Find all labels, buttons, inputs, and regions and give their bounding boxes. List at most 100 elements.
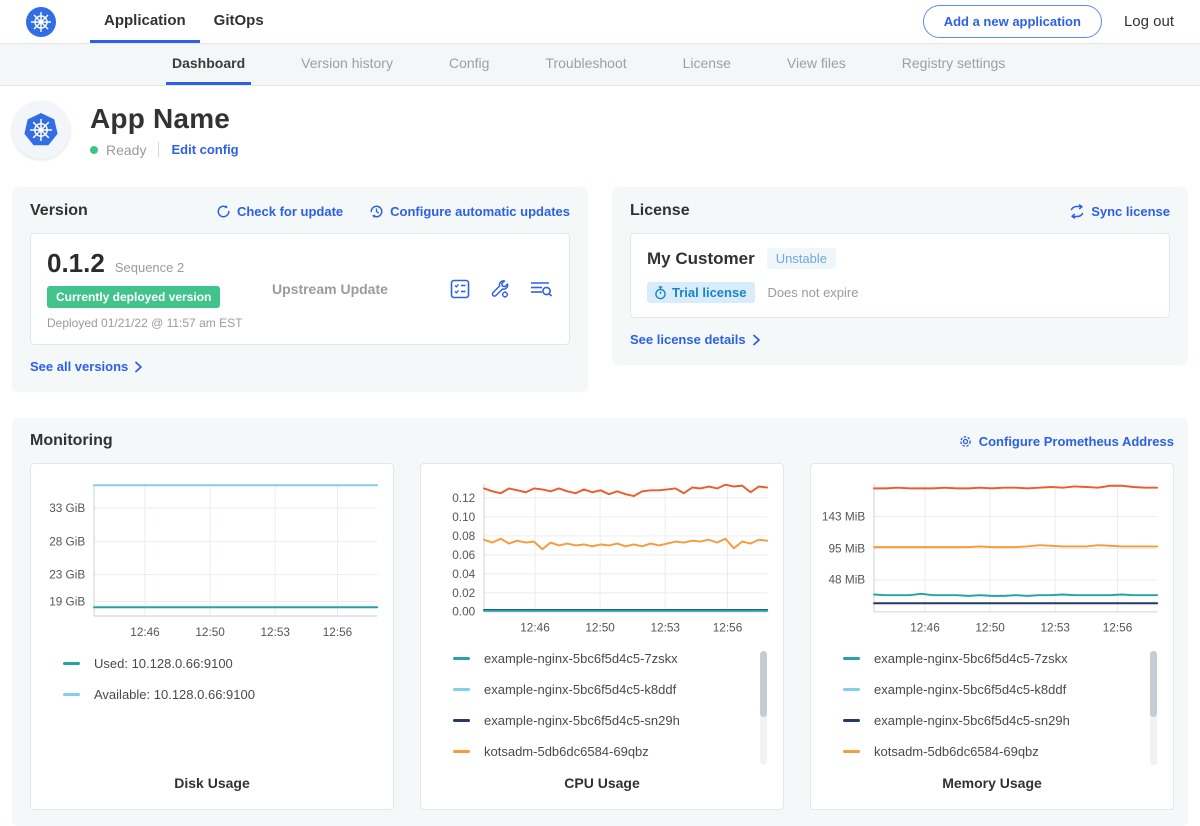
legend-item: example-nginx-5bc6f5d4c5-7zskx [453, 651, 775, 666]
svg-text:12:56: 12:56 [713, 621, 743, 634]
cpu-usage-legend: example-nginx-5bc6f5d4c5-7zskx example-n… [453, 651, 775, 775]
top-tabs: Application GitOps [90, 0, 278, 43]
legend-scrollbar-thumb[interactable] [1150, 651, 1157, 717]
tab-gitops[interactable]: GitOps [200, 0, 278, 43]
svg-text:0.06: 0.06 [452, 549, 475, 562]
check-for-update-link[interactable]: Check for update [216, 204, 343, 219]
svg-text:48 MiB: 48 MiB [828, 574, 865, 587]
view-logs-icon[interactable] [529, 278, 553, 300]
version-card: Version Check for update Configure autom… [12, 187, 588, 392]
legend-scrollbar [760, 651, 767, 765]
svg-text:12:56: 12:56 [1103, 621, 1133, 634]
sync-license-link[interactable]: Sync license [1069, 204, 1170, 219]
disk-usage-chart-card: 12:4612:5012:5312:5619 GiB23 GiB28 GiB33… [30, 463, 394, 810]
see-all-versions-link[interactable]: See all versions [30, 359, 143, 374]
svg-text:0.04: 0.04 [452, 568, 475, 581]
legend-swatch [453, 688, 470, 691]
svg-text:12:53: 12:53 [1040, 621, 1070, 634]
svg-text:28 GiB: 28 GiB [49, 534, 85, 548]
gear-icon [958, 434, 973, 449]
license-expiry-text: Does not expire [767, 285, 858, 300]
chevron-right-icon [752, 334, 761, 346]
svg-text:12:50: 12:50 [195, 625, 225, 639]
top-navigation-bar: Application GitOps Add a new application… [0, 0, 1200, 44]
version-number: 0.1.2 [47, 248, 105, 279]
config-wrench-icon[interactable] [489, 278, 511, 300]
subnav-registry-settings[interactable]: Registry settings [896, 44, 1011, 85]
subnav-dashboard[interactable]: Dashboard [166, 44, 251, 85]
trial-license-badge: Trial license [647, 282, 755, 303]
legend-swatch [453, 750, 470, 753]
disk-usage-chart: 12:4612:5012:5312:5619 GiB23 GiB28 GiB33… [39, 474, 385, 646]
tab-application[interactable]: Application [90, 0, 200, 43]
legend-scrollbar [1150, 651, 1157, 765]
currently-deployed-badge: Currently deployed version [47, 286, 220, 308]
page-title: App Name [90, 103, 239, 135]
svg-text:12:50: 12:50 [585, 621, 615, 634]
svg-text:0.02: 0.02 [452, 587, 475, 600]
edit-config-link[interactable]: Edit config [171, 142, 238, 157]
memory-usage-chart-card: 12:4612:5012:5312:5648 MiB95 MiB143 MiB … [810, 463, 1174, 810]
svg-text:12:56: 12:56 [323, 625, 353, 639]
license-card: License Sync license My Customer Unstabl… [612, 187, 1188, 365]
legend-item: Used: 10.128.0.66:9100 [63, 656, 385, 671]
cpu-usage-chart-card: 12:46 12:50 12:53 12:56 0.00 0.02 0.04 0.06 0.08… [420, 463, 784, 810]
refresh-icon [216, 204, 231, 219]
legend-item: example-nginx-5bc6f5d4c5-sn29h [843, 713, 1165, 728]
logout-button[interactable]: Log out [1124, 13, 1174, 30]
svg-text:12:46: 12:46 [520, 621, 550, 634]
subnav-troubleshoot[interactable]: Troubleshoot [539, 44, 632, 85]
svg-text:0.00: 0.00 [452, 606, 475, 619]
svg-text:95 MiB: 95 MiB [828, 542, 865, 555]
svg-text:0.08: 0.08 [452, 530, 475, 543]
channel-badge: Unstable [767, 248, 836, 269]
memory-usage-legend: example-nginx-5bc6f5d4c5-7zskx example-n… [843, 651, 1165, 775]
svg-text:33 GiB: 33 GiB [49, 501, 85, 515]
subnav-view-files[interactable]: View files [781, 44, 852, 85]
chart-title-disk-usage: Disk Usage [39, 775, 385, 795]
version-card-title: Version [30, 202, 88, 220]
svg-text:12:50: 12:50 [975, 621, 1005, 634]
subnav-version-history[interactable]: Version history [295, 44, 399, 85]
sync-arrows-icon [1069, 204, 1085, 219]
legend-item: Available: 10.128.0.66:9100 [63, 687, 385, 702]
license-card-title: License [630, 202, 690, 220]
legend-scrollbar-thumb[interactable] [760, 651, 767, 717]
customer-name: My Customer [647, 249, 755, 269]
svg-text:23 GiB: 23 GiB [49, 568, 85, 582]
app-sub-navigation: Dashboard Version history Config Trouble… [0, 44, 1200, 86]
svg-text:0.12: 0.12 [452, 492, 475, 505]
disk-usage-legend: Used: 10.128.0.66:9100 Available: 10.128… [63, 656, 385, 775]
legend-item: example-nginx-5bc6f5d4c5-k8ddf [453, 682, 775, 697]
configure-prometheus-link[interactable]: Configure Prometheus Address [958, 434, 1174, 449]
app-kubernetes-icon [12, 101, 70, 159]
chevron-right-icon [134, 361, 143, 373]
update-history-icon [369, 204, 384, 219]
version-source-label: Upstream Update [272, 281, 388, 297]
add-new-application-button[interactable]: Add a new application [923, 5, 1102, 38]
svg-text:12:53: 12:53 [650, 621, 680, 634]
divider [158, 142, 159, 157]
preflight-checks-icon[interactable] [449, 278, 471, 300]
legend-swatch [453, 719, 470, 722]
monitoring-card: Monitoring Configure Prometheus Address … [12, 418, 1188, 826]
svg-text:12:46: 12:46 [910, 621, 940, 634]
svg-text:12:46: 12:46 [130, 625, 160, 639]
svg-text:19 GiB: 19 GiB [49, 594, 85, 608]
chart-title-memory-usage: Memory Usage [819, 775, 1165, 795]
subnav-license[interactable]: License [677, 44, 737, 85]
legend-item: kotsadm-5db6dc6584-69qbz [453, 744, 775, 759]
legend-swatch [453, 657, 470, 660]
legend-swatch [843, 719, 860, 722]
cpu-usage-chart: 12:46 12:50 12:53 12:56 0.00 0.02 0.04 0.06 0.08… [429, 474, 775, 641]
see-license-details-link[interactable]: See license details [630, 332, 761, 347]
memory-usage-chart: 12:4612:5012:5312:5648 MiB95 MiB143 MiB [819, 474, 1165, 641]
configure-automatic-updates-link[interactable]: Configure automatic updates [369, 204, 570, 219]
legend-swatch [63, 662, 80, 665]
kubernetes-logo-icon [26, 7, 56, 37]
legend-swatch [843, 688, 860, 691]
deployed-timestamp: Deployed 01/21/22 @ 11:57 am EST [47, 316, 272, 330]
legend-swatch [843, 657, 860, 660]
app-header: App Name Ready Edit config [0, 86, 1200, 179]
subnav-config[interactable]: Config [443, 44, 495, 85]
